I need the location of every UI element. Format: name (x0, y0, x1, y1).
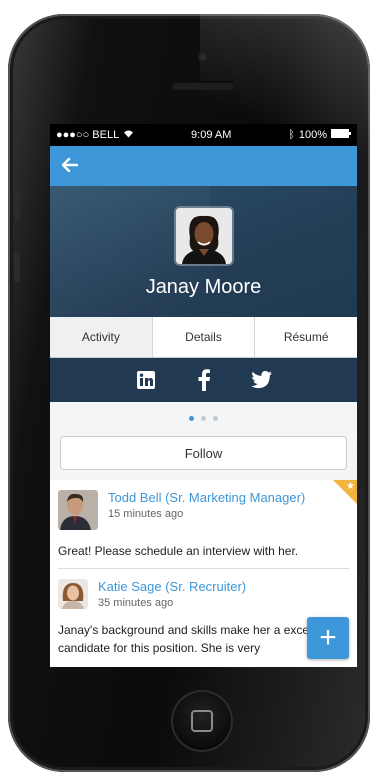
volume-down-button (14, 252, 20, 282)
profile-avatar (176, 208, 232, 264)
feed-item: Katie Sage (Sr. Recruiter) 35 minutes ag… (58, 569, 349, 665)
profile-name: Janay Moore (145, 276, 262, 298)
avatar (58, 490, 98, 530)
carrier-label: ●●●○○ BELL (56, 129, 120, 141)
earpiece-speaker (171, 81, 235, 90)
tab-resume[interactable]: Résumé (255, 317, 357, 357)
avatar (58, 579, 88, 609)
feed-author-name[interactable]: Katie Sage (Sr. Recruiter) (98, 579, 246, 595)
battery-percent: 100% (298, 129, 327, 141)
tab-details[interactable]: Details (152, 317, 256, 357)
linkedin-icon[interactable] (135, 369, 157, 391)
wifi-icon (123, 129, 134, 141)
feed-author-name[interactable]: Todd Bell (Sr. Marketing Manager) (108, 490, 305, 506)
add-button[interactable]: + (307, 617, 349, 659)
bluetooth-icon: ᛒ (288, 129, 295, 141)
battery-icon (330, 129, 351, 141)
feed-item: ★ Todd Bell (Sr. Marketing Manager) 15 m… (58, 480, 357, 569)
social-links-bar (50, 358, 357, 402)
tab-activity[interactable]: Activity (50, 317, 153, 357)
profile-tabs: Activity Details Résumé (50, 317, 357, 358)
front-camera (198, 52, 208, 62)
profile-header: Janay Moore (50, 186, 357, 317)
feed-timestamp: 15 minutes ago (108, 508, 184, 520)
status-bar: ●●●○○ BELL 9:09 AM ᛒ 100% (50, 124, 357, 146)
phone-screen: ●●●○○ BELL 9:09 AM ᛒ 100% Janay Moore Ac… (50, 124, 357, 667)
feed-message: Janay's background and skills make her a… (58, 623, 332, 655)
star-badge-icon: ★ (333, 480, 357, 504)
feed-message: Great! Please schedule an interview with… (58, 544, 299, 558)
follow-container: Follow (50, 434, 357, 480)
facebook-icon[interactable] (193, 369, 215, 391)
page-dot-1[interactable] (189, 415, 194, 421)
page-indicator (50, 402, 357, 434)
feed-timestamp: 35 minutes ago (98, 597, 174, 609)
page-dot-2[interactable] (201, 415, 206, 421)
home-button[interactable] (171, 690, 233, 752)
top-nav-bar (50, 146, 357, 186)
twitter-icon[interactable] (250, 369, 273, 391)
clock-time: 9:09 AM (191, 129, 232, 141)
mute-switch (14, 120, 20, 142)
follow-button[interactable]: Follow (60, 436, 347, 470)
back-arrow-icon[interactable] (61, 155, 79, 178)
page-dot-3[interactable] (213, 415, 218, 421)
home-square-icon (191, 710, 213, 732)
volume-up-button (14, 190, 20, 220)
